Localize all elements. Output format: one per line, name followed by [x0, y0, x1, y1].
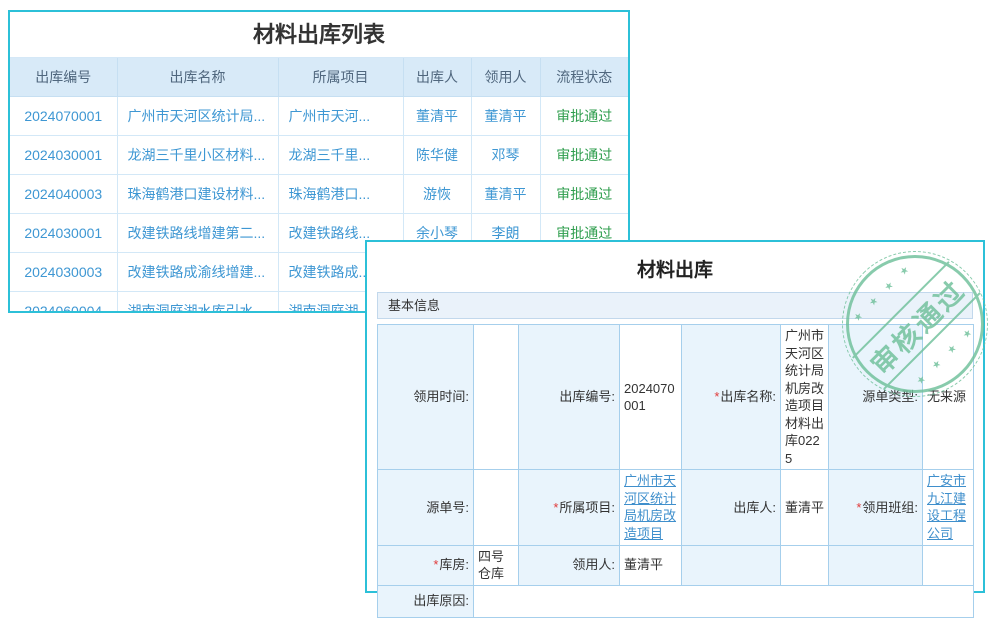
project-cell: 龙湖三千里... — [278, 136, 403, 175]
outbound-no-link[interactable]: 2024070001 — [10, 97, 117, 136]
reason-label: 出库原因: — [378, 585, 474, 617]
source-type-value: 无来源 — [923, 325, 974, 470]
required-asterisk: * — [553, 500, 558, 515]
issuer-cell: 陈华健 — [403, 136, 471, 175]
required-asterisk: * — [714, 389, 719, 404]
project-label: *所属项目: — [519, 470, 620, 545]
required-asterisk: * — [856, 500, 861, 515]
outbound-no-link[interactable]: 2024060004 — [10, 292, 117, 314]
empty-label-cell — [829, 545, 923, 585]
outbound-no-label: 出库编号: — [519, 325, 620, 470]
recipient-cell: 邓琴 — [471, 136, 540, 175]
source-no-value — [474, 470, 519, 545]
basic-info-form-table: 领用时间: 出库编号: 2024070001 *出库名称: 广州市天河区统计局机… — [377, 324, 974, 618]
pickup-team-label: *领用班组: — [829, 470, 923, 545]
column-header-outbound-name: 出库名称 — [117, 58, 278, 97]
outbound-no-link[interactable]: 2024030001 — [10, 136, 117, 175]
list-header-row: 出库编号 出库名称 所属项目 出库人 领用人 流程状态 — [10, 58, 628, 97]
issuer-label: 出库人: — [682, 470, 781, 545]
issuer-cell: 游恢 — [403, 175, 471, 214]
empty-label-cell — [682, 545, 781, 585]
status-badge: 审批通过 — [540, 175, 628, 214]
basic-info-section-header: 基本信息 — [377, 292, 973, 319]
column-header-issuer: 出库人 — [403, 58, 471, 97]
recipient-value: 董清平 — [620, 545, 682, 585]
outbound-name-cell: 龙湖三千里小区材料... — [117, 136, 278, 175]
list-panel-title: 材料出库列表 — [10, 12, 628, 58]
required-asterisk: * — [433, 557, 438, 572]
table-row[interactable]: 2024030001 龙湖三千里小区材料... 龙湖三千里... 陈华健 邓琴 … — [10, 136, 628, 175]
status-badge: 审批通过 — [540, 97, 628, 136]
pickup-time-value — [474, 325, 519, 470]
empty-value-cell — [923, 545, 974, 585]
outbound-name-cell: 改建铁路成渝线增建... — [117, 253, 278, 292]
form-panel-title: 材料出库 — [367, 242, 983, 292]
reason-value — [474, 585, 974, 617]
issuer-value: 董清平 — [781, 470, 829, 545]
empty-value-cell — [781, 545, 829, 585]
warehouse-label: *库房: — [378, 545, 474, 585]
pickup-time-label: 领用时间: — [378, 325, 474, 470]
outbound-no-link[interactable]: 2024040003 — [10, 175, 117, 214]
outbound-name-label: *出库名称: — [682, 325, 781, 470]
status-badge: 审批通过 — [540, 136, 628, 175]
column-header-status: 流程状态 — [540, 58, 628, 97]
outbound-name-value: 广州市天河区统计局机房改造项目材料出库0225 — [781, 325, 829, 470]
table-row[interactable]: 2024040003 珠海鹤港口建设材料... 珠海鹤港口... 游恢 董清平 … — [10, 175, 628, 214]
project-link[interactable]: 广州市天河区统计局机房改造项目 — [624, 473, 676, 541]
table-row[interactable]: 2024070001 广州市天河区统计局... 广州市天河... 董清平 董清平… — [10, 97, 628, 136]
column-header-project: 所属项目 — [278, 58, 403, 97]
recipient-cell: 董清平 — [471, 175, 540, 214]
warehouse-value: 四号仓库 — [474, 545, 519, 585]
recipient-label: 领用人: — [519, 545, 620, 585]
pickup-team-value: 广安市九江建设工程公司 — [923, 470, 974, 545]
column-header-outbound-no: 出库编号 — [10, 58, 117, 97]
outbound-no-value: 2024070001 — [620, 325, 682, 470]
outbound-name-cell: 改建铁路线增建第二... — [117, 214, 278, 253]
outbound-name-cell: 广州市天河区统计局... — [117, 97, 278, 136]
material-outbound-form-panel: 材料出库 基本信息 领用时间: 出库编号: 2024070001 *出库名称: … — [365, 240, 985, 593]
source-no-label: 源单号: — [378, 470, 474, 545]
outbound-name-cell: 珠海鹤港口建设材料... — [117, 175, 278, 214]
source-type-label: 源单类型: — [829, 325, 923, 470]
project-cell: 广州市天河... — [278, 97, 403, 136]
outbound-name-cell: 湖南洞庭湖水库引水... — [117, 292, 278, 314]
issuer-cell: 董清平 — [403, 97, 471, 136]
recipient-cell: 董清平 — [471, 97, 540, 136]
pickup-team-link[interactable]: 广安市九江建设工程公司 — [927, 473, 966, 541]
project-cell: 珠海鹤港口... — [278, 175, 403, 214]
outbound-no-link[interactable]: 2024030001 — [10, 214, 117, 253]
column-header-recipient: 领用人 — [471, 58, 540, 97]
project-value: 广州市天河区统计局机房改造项目 — [620, 470, 682, 545]
outbound-no-link[interactable]: 2024030003 — [10, 253, 117, 292]
